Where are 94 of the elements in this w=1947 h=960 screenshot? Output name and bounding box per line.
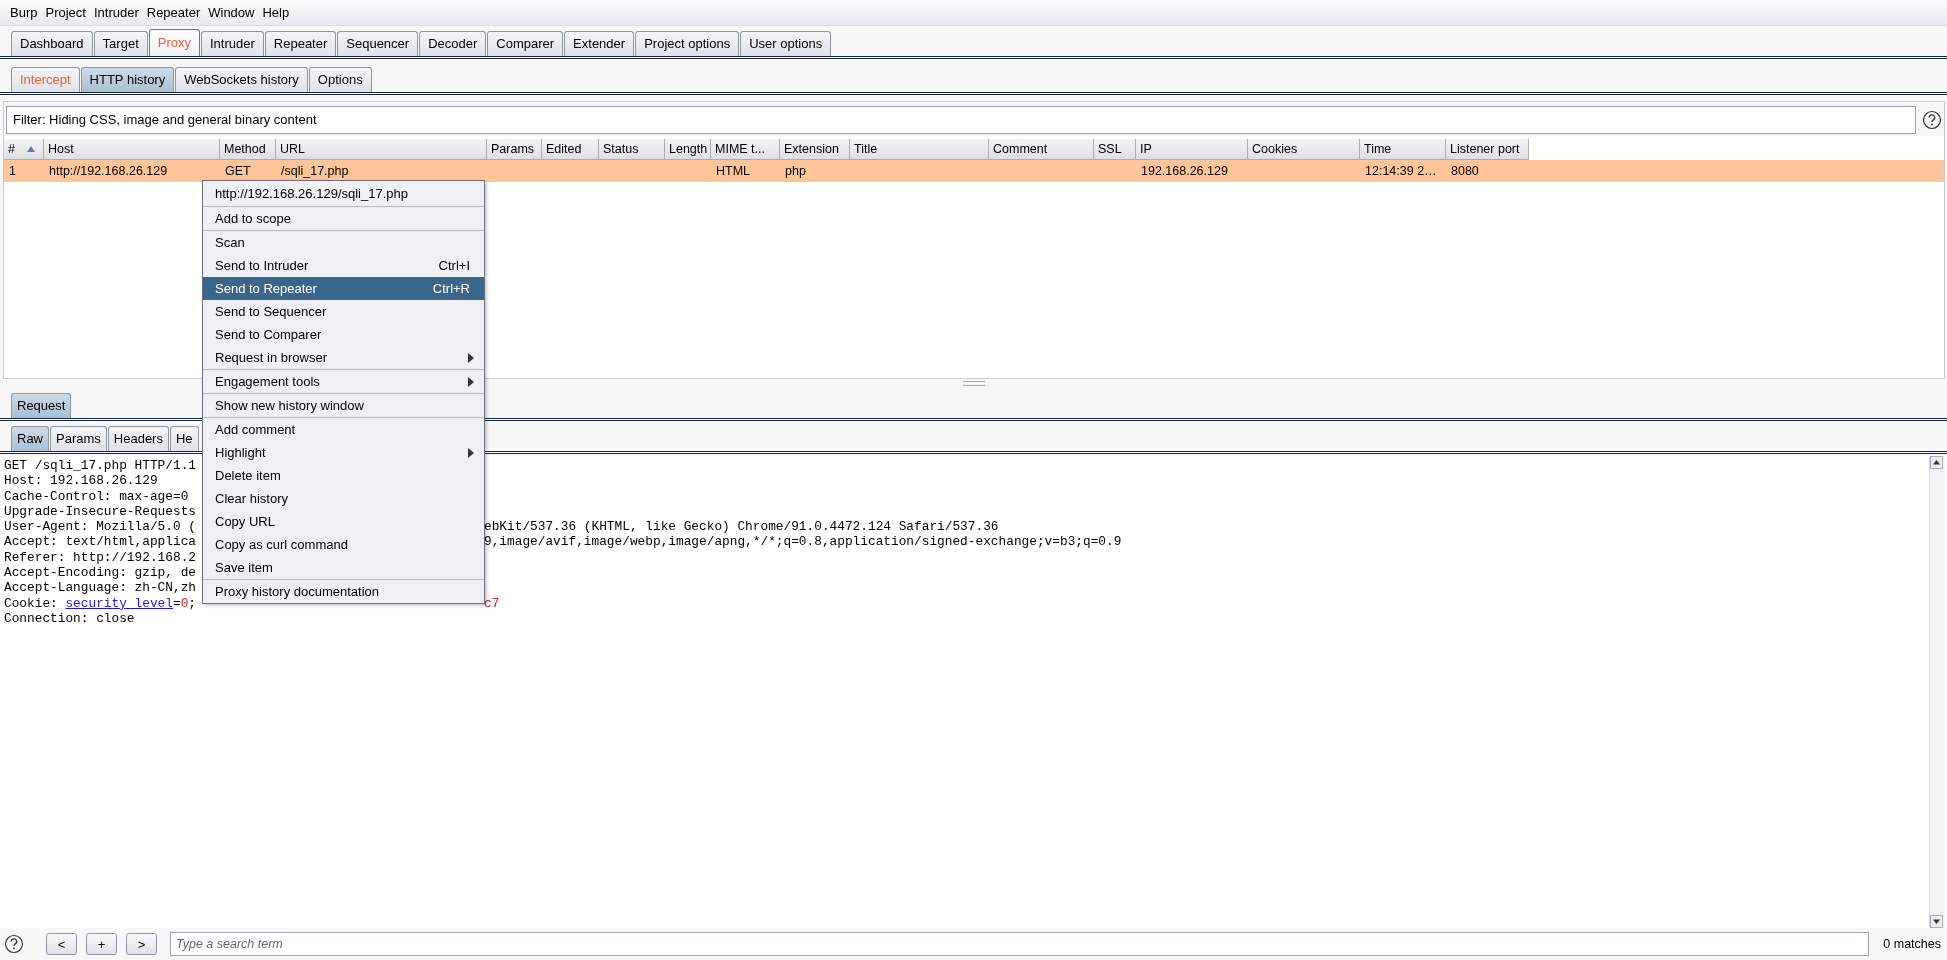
table-cell-text: 192.168.26.129 xyxy=(1140,163,1229,180)
match-count: 0 matches xyxy=(1883,937,1941,951)
column-header[interactable]: IP xyxy=(1136,139,1248,160)
menu-item[interactable]: Scan xyxy=(203,231,484,254)
menu-item[interactable]: Add to scope xyxy=(203,207,484,230)
tab[interactable]: Params xyxy=(50,426,107,451)
tab[interactable]: Sequencer xyxy=(337,31,419,56)
column-header[interactable]: Cookies xyxy=(1248,139,1360,160)
tab[interactable]: Project options xyxy=(635,31,740,56)
tab[interactable]: He xyxy=(169,426,199,451)
request-line: Accept: text/html,applica xyxy=(4,534,196,550)
request-line: Cookie: security_level=0; xyxy=(4,595,196,611)
menu-item[interactable]: Proxy history documentation xyxy=(203,580,484,603)
request-line: GET /sqli_17.php HTTP/1.1 xyxy=(4,458,196,473)
tab[interactable]: Comparer xyxy=(487,31,564,56)
tab[interactable]: User options xyxy=(740,31,832,56)
column-header[interactable]: Host xyxy=(44,139,220,160)
menu-item[interactable]: Send to Comparer xyxy=(203,323,484,346)
column-header[interactable]: Length xyxy=(665,139,711,160)
menu-item[interactable]: Show new history window xyxy=(203,394,484,417)
menu-item[interactable]: Project xyxy=(41,5,90,20)
menu-item[interactable]: Send to Intruder Ctrl+I xyxy=(203,254,484,277)
table-cell-text: php xyxy=(784,163,807,180)
table-cell-text: 1 xyxy=(8,163,17,180)
request-line: Upgrade-Insecure-Requests xyxy=(4,503,196,519)
menu-item[interactable]: Send to Sequencer xyxy=(203,300,484,323)
help-icon xyxy=(4,934,24,954)
menu-item[interactable]: Send to Repeater Ctrl+R xyxy=(203,277,484,300)
table-row[interactable]: 1 http://192.168.26.129 GET /sqli_17.php HTML php 192.168.26.129 12:14:39 2… 8080 xyxy=(4,160,1944,182)
request-line: ebKit/537.36 (KHTML, like Gecko) Chrome/91.0.4472.124 Safari/537.36 xyxy=(484,519,999,535)
column-header[interactable]: Comment xyxy=(989,139,1094,160)
request-line: User-Agent: Mozilla/5.0 ( xyxy=(4,519,196,535)
column-header[interactable]: # xyxy=(4,139,44,160)
menu-item[interactable]: Clear history xyxy=(203,487,484,510)
menu-item[interactable]: Window xyxy=(204,5,259,20)
request-line: 9,image/avif,image/webp,image/apng,*/*;q=0.8,application/signed-exchange;v=b3;q=0.9 xyxy=(484,534,1122,550)
help-icon xyxy=(1922,110,1942,130)
column-header[interactable]: Edited xyxy=(542,139,599,160)
tab[interactable]: Dashboard xyxy=(11,31,93,56)
column-header[interactable]: URL xyxy=(276,139,487,160)
tab[interactable]: Intruder xyxy=(201,31,264,56)
nav-button[interactable]: > xyxy=(126,933,157,955)
menu-item[interactable]: Add comment xyxy=(203,418,484,441)
request-line: Cache-Control: max-age=0 xyxy=(4,488,189,504)
request-line: Host: 192.168.26.129 xyxy=(4,473,158,489)
tab[interactable]: Target xyxy=(93,31,148,56)
column-header[interactable]: Extension xyxy=(780,139,850,160)
menu-item[interactable]: Request in browser xyxy=(203,346,484,369)
table-cell-text: HTML xyxy=(715,163,752,180)
table-cell-text: /sqli_17.php xyxy=(280,163,350,180)
tab[interactable]: Extender xyxy=(564,31,635,56)
column-header[interactable]: Method xyxy=(220,139,276,160)
menu-item[interactable]: Delete item xyxy=(203,464,484,487)
tab[interactable]: Options xyxy=(308,67,372,92)
table-cell-text: http://192.168.26.129 xyxy=(48,163,169,180)
request-line: Accept-Encoding: gzip, de xyxy=(4,565,196,581)
menu-item[interactable]: Intruder xyxy=(89,5,143,20)
menu-item[interactable]: Save item xyxy=(203,556,484,579)
request-line: c7 xyxy=(484,595,500,611)
tab[interactable]: HTTP history xyxy=(80,67,175,92)
tab[interactable]: Raw xyxy=(11,426,49,451)
tab[interactable]: Headers xyxy=(107,426,169,451)
column-header[interactable]: Time xyxy=(1360,139,1446,160)
table-cell-text: 12:14:39 2… xyxy=(1364,163,1438,180)
table-cell-text: 8080 xyxy=(1450,163,1480,180)
column-header[interactable]: SSL xyxy=(1094,139,1136,160)
menu-item[interactable]: Engagement tools xyxy=(203,370,484,393)
request-line: Accept-Language: zh-CN,zh xyxy=(4,580,196,596)
column-header[interactable]: MIME t... xyxy=(711,139,780,160)
request-line: Referer: http://192.168.2 xyxy=(4,549,196,565)
column-header[interactable]: Title xyxy=(850,139,989,160)
shortcut-label: Ctrl+R xyxy=(432,281,470,296)
menu-item[interactable]: Help xyxy=(258,5,294,20)
search-field[interactable]: Type a search term xyxy=(170,932,1870,956)
menu-title: http://192.168.26.129/sqli_17.php xyxy=(214,185,409,203)
tab[interactable]: WebSockets history xyxy=(175,67,308,92)
column-header[interactable]: Status xyxy=(599,139,665,160)
tab[interactable]: Request xyxy=(11,393,72,418)
column-header[interactable]: Listener port xyxy=(1446,139,1529,160)
menu-item[interactable]: Copy as curl command xyxy=(203,533,484,556)
menu-item[interactable]: Copy URL xyxy=(203,510,484,533)
shortcut-label: Ctrl+I xyxy=(438,258,470,273)
filter-bar[interactable]: Filter: Hiding CSS, image and general binary content xyxy=(6,106,1916,134)
menu-item[interactable]: Repeater xyxy=(142,5,205,20)
column-header[interactable]: Params xyxy=(487,139,542,160)
menu-item[interactable]: Burp xyxy=(6,5,42,20)
menu-item[interactable]: Highlight xyxy=(203,441,484,464)
splitter-handle[interactable] xyxy=(962,381,985,386)
nav-button[interactable]: + xyxy=(86,933,117,955)
table-cell-text: GET xyxy=(224,163,252,180)
tab[interactable]: Decoder xyxy=(419,31,487,56)
request-line: Connection: close xyxy=(4,610,135,626)
tab[interactable]: Repeater xyxy=(264,31,337,56)
nav-button[interactable]: < xyxy=(46,933,77,955)
